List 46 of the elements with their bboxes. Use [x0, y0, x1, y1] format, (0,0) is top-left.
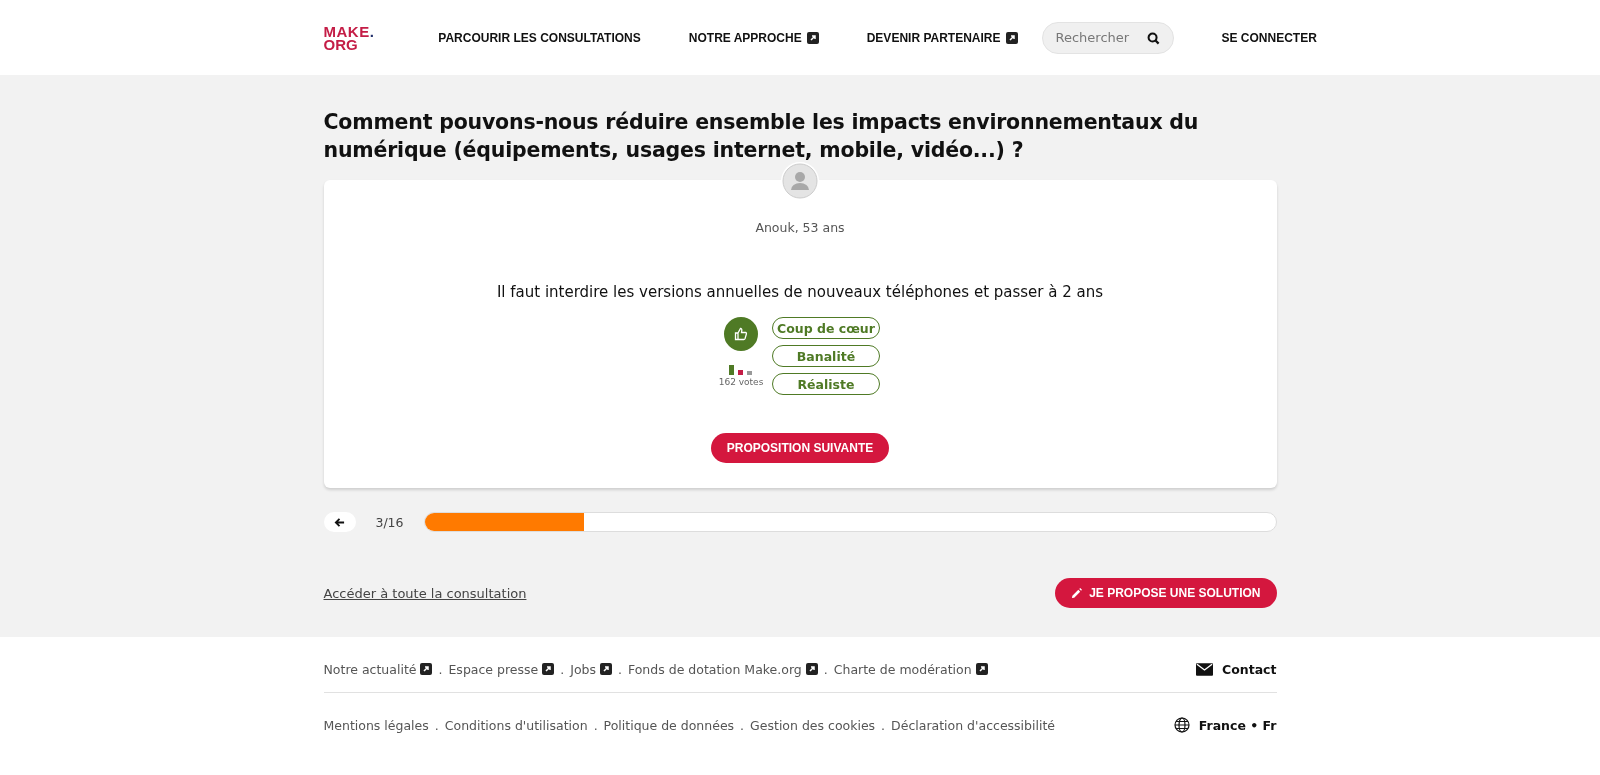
footer-link[interactable]: Charte de modération	[833, 661, 988, 677]
contact-link[interactable]: Contact	[1196, 661, 1277, 677]
qualification-button[interactable]: Banalité	[772, 345, 880, 367]
back-button[interactable]	[323, 512, 356, 532]
vote-bars-icon	[729, 365, 753, 375]
consultation-link[interactable]: Accéder à toute la consultation	[323, 585, 527, 601]
globe-icon	[1173, 717, 1190, 733]
next-proposal-button[interactable]: PROPOSITION SUIVANTE	[710, 433, 890, 463]
search-icon	[1146, 31, 1160, 45]
language-selector[interactable]: France • Fr	[1173, 717, 1277, 733]
nav-link[interactable]: PARCOURIR LES CONSULTATIONS	[414, 30, 665, 45]
separator: .	[438, 661, 443, 677]
separator: .	[823, 661, 828, 677]
proposal-text: Il faut interdire les versions annuelles de nouveaux téléphones et passer à 2 ans	[496, 283, 1104, 301]
thumbs-up-icon	[734, 327, 748, 341]
footer-link[interactable]: Jobs	[570, 661, 612, 677]
footer-link[interactable]: Gestion des cookies	[750, 717, 876, 733]
separator: .	[740, 717, 745, 733]
footer-link[interactable]: Politique de données	[603, 717, 735, 733]
footer-link[interactable]: Fonds de dotation Make.org	[627, 661, 818, 677]
agree-button[interactable]	[724, 317, 758, 351]
login-link[interactable]: SE CONNECTER	[1197, 30, 1341, 45]
nav-link[interactable]: NOTRE APPROCHE	[664, 30, 843, 45]
qualification-button[interactable]: Coup de cœur	[772, 317, 880, 339]
propose-button[interactable]: JE PROPOSE UNE SOLUTION	[1055, 578, 1277, 608]
progress-counter: 3/16	[374, 514, 405, 530]
qualification-button[interactable]: Réaliste	[772, 373, 880, 395]
vote-count: 162 votes	[718, 377, 764, 387]
logo[interactable]: MAKE. ORG	[323, 24, 375, 51]
author-label: Anouk, 53 ans	[755, 220, 845, 235]
separator: .	[618, 661, 622, 677]
footer-link[interactable]: Mentions légales	[323, 717, 429, 733]
nav-link[interactable]: DEVENIR PARTENAIRE	[842, 30, 1042, 45]
footer-link[interactable]: Espace presse	[448, 661, 555, 677]
separator: .	[593, 717, 598, 733]
footer-link[interactable]: Conditions d'utilisation	[444, 717, 588, 733]
footer-link[interactable]: Déclaration d'accessibilité	[891, 717, 1056, 733]
separator: .	[434, 717, 439, 733]
question-title: Comment pouvons-nous réduire ensemble les impacts environnementaux du numérique (équipements, usages internet, mobile, vidéo...) ?	[323, 109, 1200, 164]
search-field[interactable]: Rechercher	[1041, 21, 1174, 54]
separator: .	[560, 661, 565, 677]
separator: .	[881, 717, 886, 733]
footer-link[interactable]: Notre actualité	[323, 661, 433, 677]
pencil-icon	[1071, 587, 1083, 599]
envelope-icon	[1196, 662, 1214, 676]
left-arrow-icon	[334, 516, 345, 528]
